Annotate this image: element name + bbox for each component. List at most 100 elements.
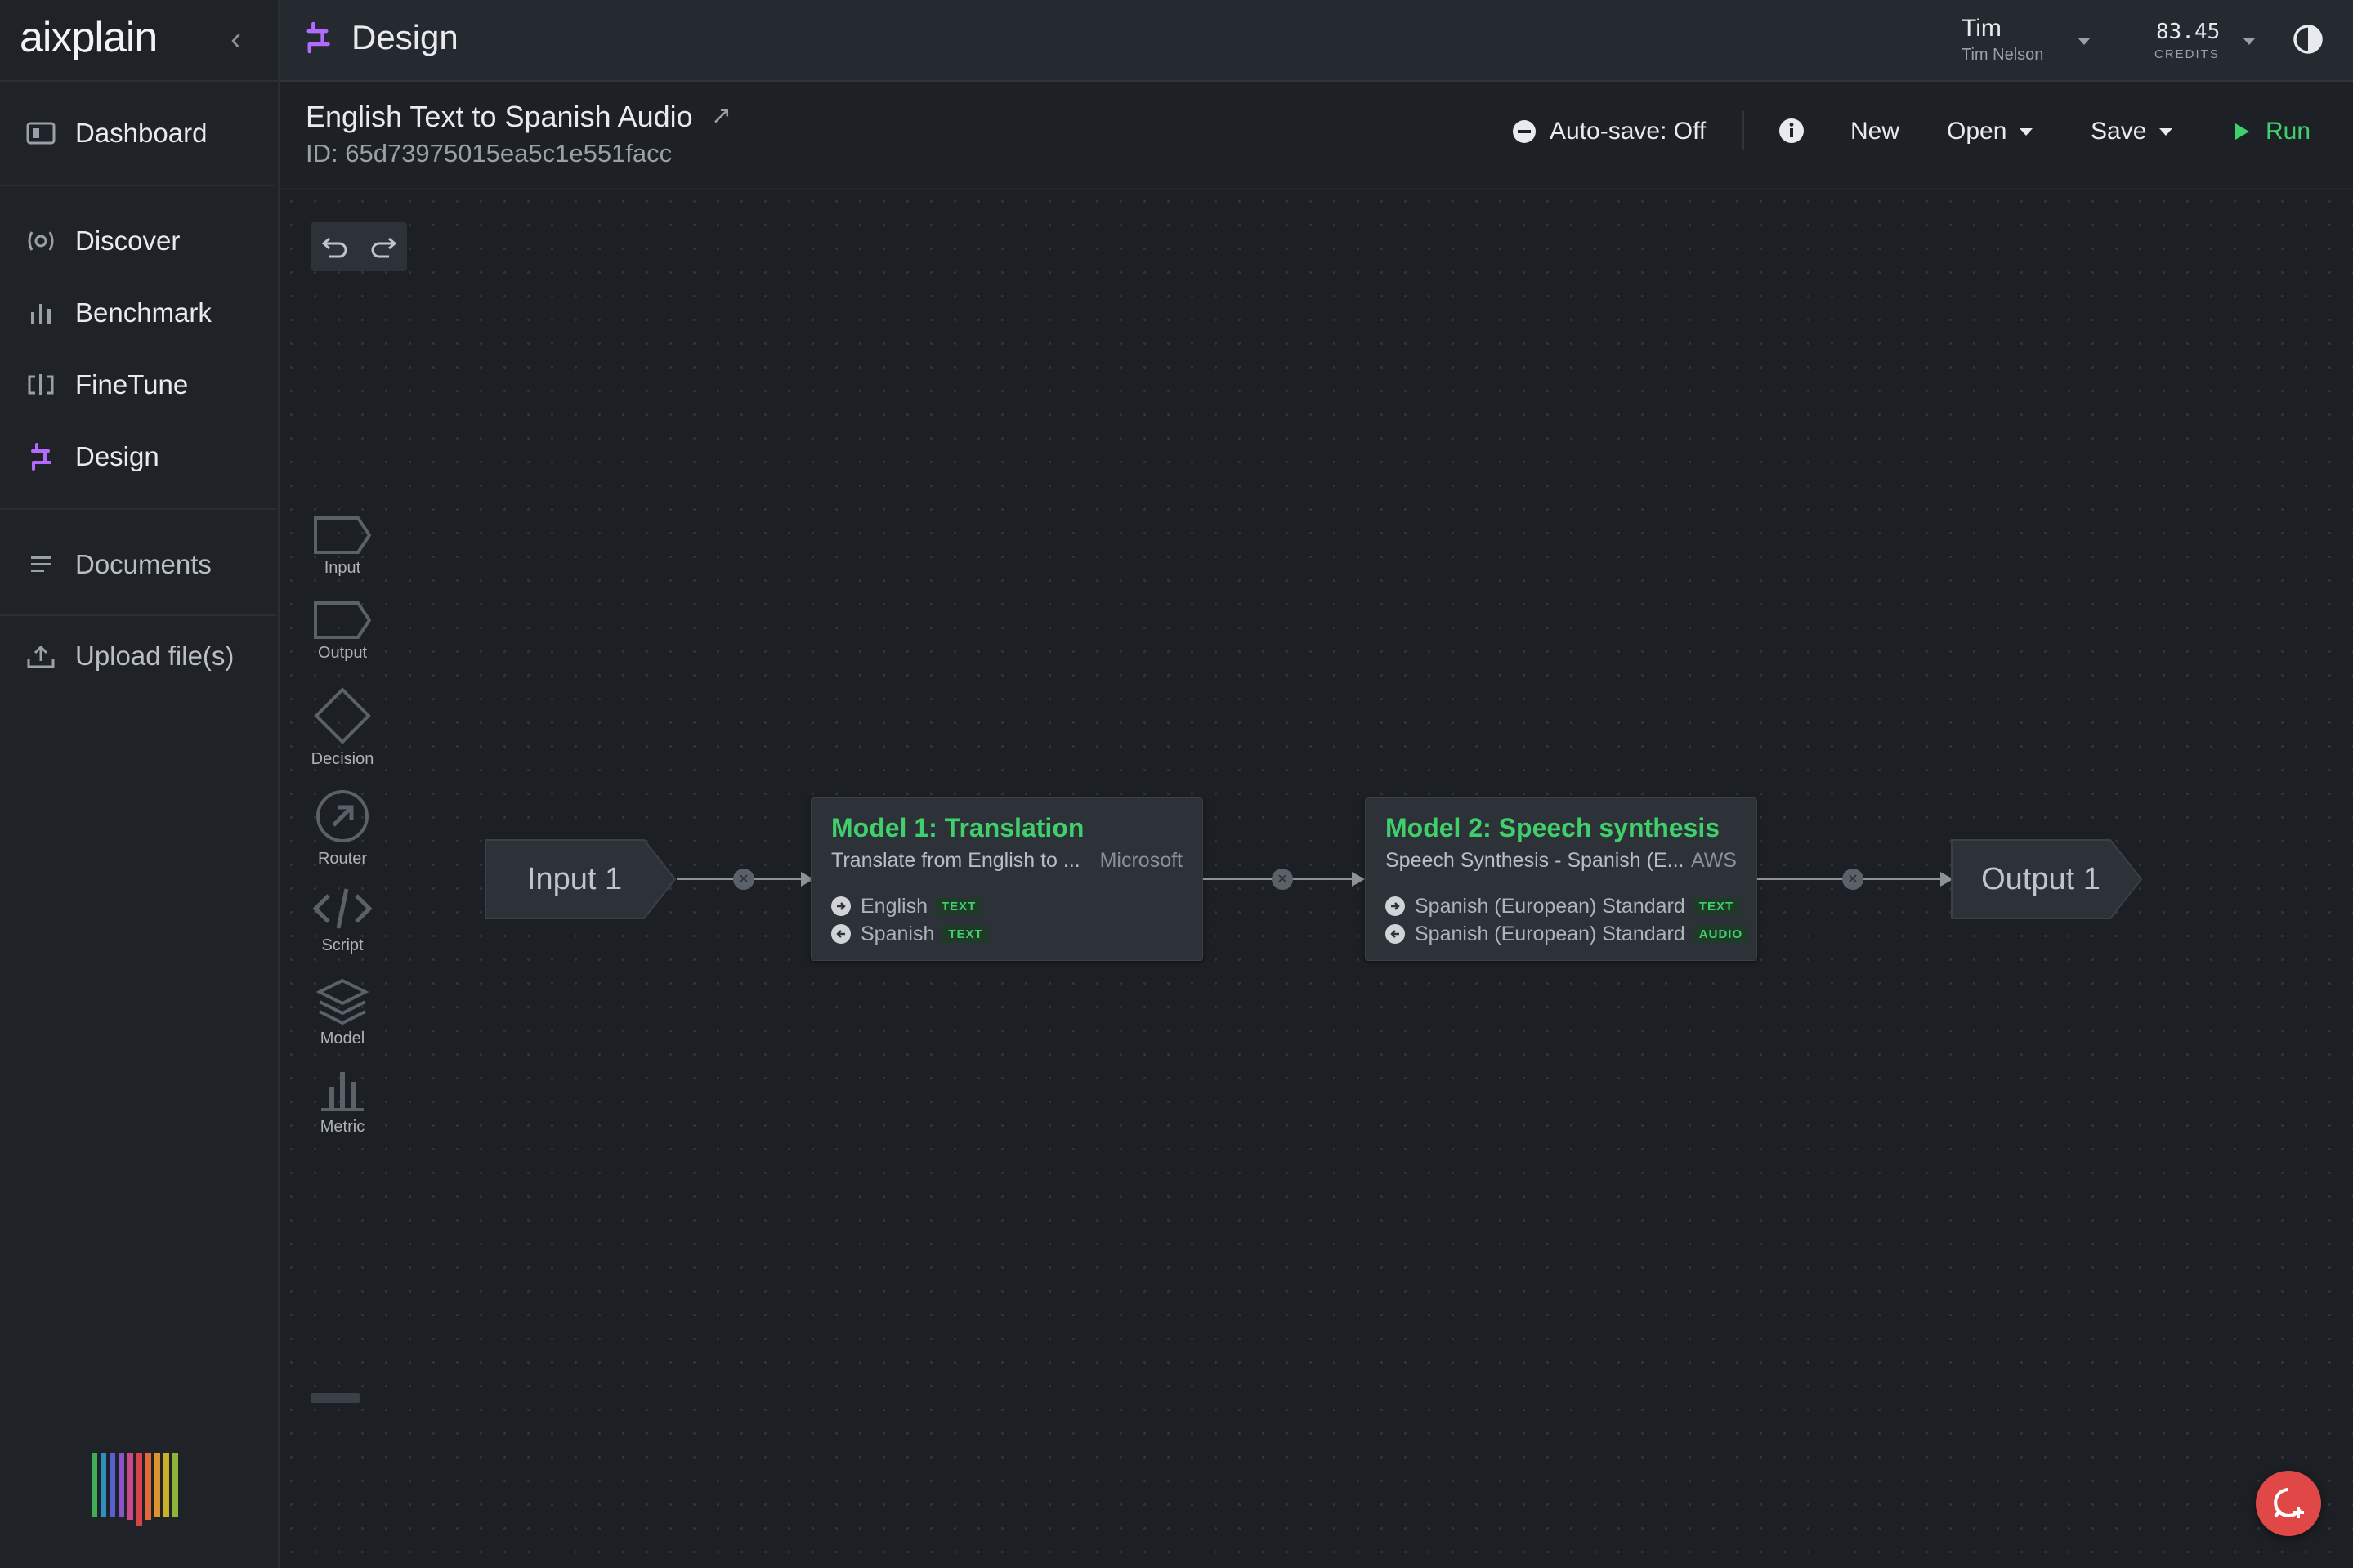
- input-tool-icon: [314, 516, 371, 554]
- delete-edge-icon[interactable]: ✕: [1842, 869, 1863, 890]
- user-full-name: Tim Nelson: [1962, 46, 2044, 64]
- history-controls: [311, 222, 407, 271]
- credits-value[interactable]: 83.45: [2156, 20, 2220, 44]
- sidebar-item-dashboard[interactable]: Dashboard: [0, 103, 276, 163]
- pipeline-id: ID: 65d73975015ea5c1e551facc: [306, 139, 673, 168]
- arrow-left-circle-icon: [1385, 924, 1405, 944]
- port-label: English: [861, 894, 928, 918]
- input-port[interactable]: Spanish (European) Standard TEXT: [1385, 893, 1740, 919]
- sidebar-item-label: Design: [75, 441, 159, 471]
- arrow-right-circle-icon: [1385, 896, 1405, 916]
- output-node[interactable]: Output 1: [1950, 839, 2132, 919]
- page-title: Design: [351, 18, 459, 56]
- upload-icon: [25, 640, 57, 672]
- sidebar-item-benchmark[interactable]: Benchmark: [0, 283, 276, 343]
- output-tool-icon: [314, 601, 371, 639]
- pipeline-name[interactable]: English Text to Spanish Audio: [306, 100, 693, 134]
- model-title: Model 1: Translation: [831, 813, 1085, 842]
- router-tool-icon: [316, 790, 369, 842]
- input-port[interactable]: English TEXT: [831, 893, 982, 919]
- sidebar-item-label: Documents: [75, 549, 212, 579]
- model-vendor: Microsoft: [1099, 849, 1183, 872]
- palette-metric-tool[interactable]: Metric: [304, 1069, 381, 1137]
- new-button[interactable]: New: [1850, 118, 1899, 145]
- palette-script-tool[interactable]: Script: [304, 886, 381, 955]
- autosave-label: Auto-save: Off: [1550, 118, 1707, 145]
- pipeline-header: English Text to Spanish Audio ↗ ID: 65d7…: [280, 82, 2353, 190]
- sidebar-item-design[interactable]: Design: [0, 427, 276, 487]
- output-port[interactable]: Spanish TEXT: [831, 921, 989, 947]
- save-button[interactable]: Save: [2091, 118, 2173, 145]
- divider: [1742, 111, 1744, 150]
- chevron-down-icon: [2020, 127, 2033, 136]
- model-tool-icon: [316, 978, 369, 1025]
- port-type-badge: TEXT: [936, 897, 982, 915]
- input-node-label: Input 1: [526, 861, 623, 896]
- finetune-icon: [25, 369, 57, 401]
- input-node[interactable]: Input 1: [484, 839, 665, 919]
- delete-edge-icon[interactable]: ✕: [733, 869, 754, 890]
- collapse-sidebar-icon[interactable]: ‹: [230, 21, 241, 58]
- port-label: Spanish (European) Standard: [1415, 922, 1685, 945]
- chevron-down-icon: [2159, 127, 2173, 136]
- user-name[interactable]: Tim: [1962, 15, 2002, 42]
- sidebar-item-discover[interactable]: Discover: [0, 211, 276, 271]
- output-port[interactable]: Spanish (European) Standard AUDIO: [1385, 921, 1749, 947]
- credits-label: CREDITS: [2154, 47, 2220, 61]
- tool-label: Model: [320, 1030, 365, 1048]
- brand-barcode-icon: [92, 1453, 178, 1526]
- chat-plus-icon: [2274, 1488, 2304, 1518]
- delete-edge-icon[interactable]: ✕: [1272, 869, 1293, 890]
- run-button[interactable]: Run: [2233, 118, 2311, 145]
- credits-chevron-down-icon[interactable]: [2230, 34, 2256, 49]
- design-icon: [306, 21, 330, 54]
- theme-toggle-icon[interactable]: [2292, 23, 2324, 56]
- sidebar-item-label: Benchmark: [75, 297, 212, 328]
- model-title: Model 2: Speech synthesis: [1385, 813, 1720, 842]
- palette-decision-tool[interactable]: Decision: [304, 686, 381, 769]
- sidebar-item-upload[interactable]: Upload file(s): [0, 626, 276, 686]
- minimap-handle[interactable]: [311, 1393, 360, 1403]
- user-menu-chevron-down-icon[interactable]: [2064, 34, 2091, 49]
- port-label: Spanish: [861, 922, 935, 945]
- sidebar-item-label: Discover: [75, 226, 181, 256]
- palette-router-tool[interactable]: Router: [304, 788, 381, 869]
- save-label: Save: [2091, 118, 2147, 145]
- info-icon: [1779, 118, 1804, 143]
- redo-icon: [371, 237, 396, 258]
- model-node-translation[interactable]: Model 1: Translation Translate from Engl…: [811, 797, 1203, 961]
- palette-model-tool[interactable]: Model: [304, 977, 381, 1048]
- model-node-speech-synthesis[interactable]: Model 2: Speech synthesis Speech Synthes…: [1365, 797, 1757, 961]
- sidebar: aixplain ‹ Dashboard Discover Benchmark …: [0, 0, 280, 1568]
- tool-label: Script: [321, 936, 364, 954]
- info-button[interactable]: [1778, 118, 1805, 144]
- open-button[interactable]: Open: [1947, 118, 2033, 145]
- external-link-icon[interactable]: ↗: [711, 101, 731, 130]
- design-icon: [25, 440, 57, 473]
- script-tool-icon: [312, 888, 373, 929]
- tool-label: Metric: [320, 1118, 365, 1136]
- discover-icon: [25, 225, 57, 257]
- logo-row: aixplain ‹: [0, 0, 278, 82]
- divider: [0, 614, 276, 616]
- aixplain-logo[interactable]: aixplain: [20, 13, 158, 62]
- sidebar-item-label: Dashboard: [75, 118, 208, 148]
- tool-label: Output: [317, 644, 368, 662]
- sidebar-item-finetune[interactable]: FineTune: [0, 355, 276, 415]
- port-type-badge: AUDIO: [1693, 925, 1749, 943]
- port-label: Spanish (European) Standard: [1415, 894, 1685, 918]
- tool-label: Input: [324, 559, 361, 577]
- model-vendor: AWS: [1690, 849, 1737, 872]
- autosave-toggle[interactable]: Auto-save: Off: [1512, 118, 1706, 145]
- divider: [0, 185, 276, 186]
- palette-input-tool[interactable]: Input: [304, 516, 381, 578]
- port-type-badge: TEXT: [942, 925, 989, 943]
- redo-button[interactable]: [359, 222, 407, 271]
- output-node-label: Output 1: [1981, 861, 2100, 896]
- documents-icon: [25, 548, 57, 581]
- arrow-head-icon: [1352, 872, 1365, 887]
- undo-button[interactable]: [311, 222, 359, 271]
- sidebar-item-documents[interactable]: Documents: [0, 534, 276, 595]
- support-chat-button[interactable]: [2256, 1471, 2321, 1536]
- palette-output-tool[interactable]: Output: [304, 601, 381, 663]
